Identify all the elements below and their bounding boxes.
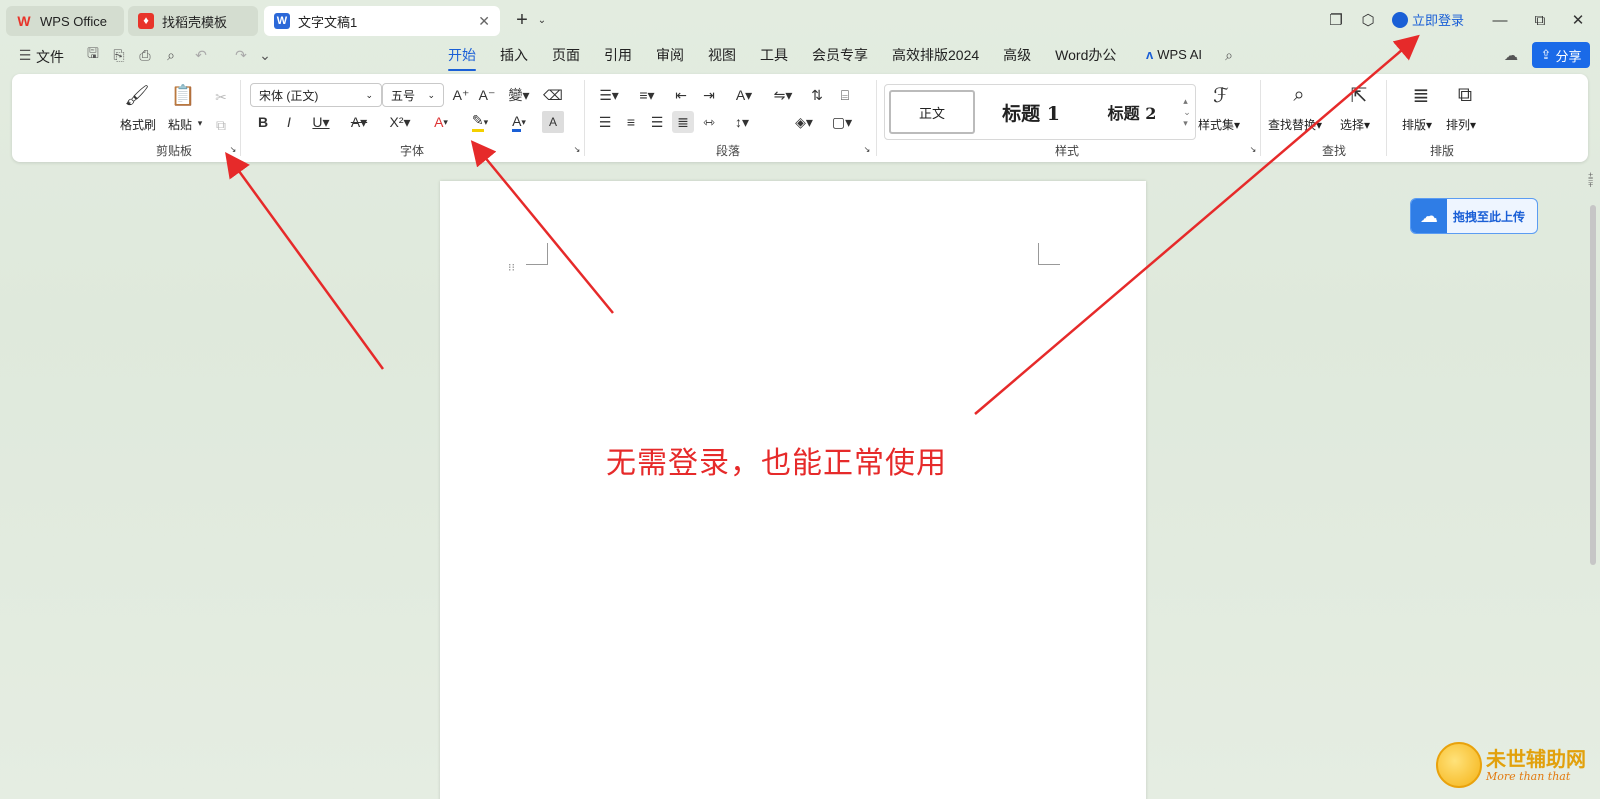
watermark-title: 未世辅助网 <box>1486 746 1586 771</box>
watermark: 未世辅助网 More than that <box>1436 742 1586 788</box>
smiley-icon <box>1436 742 1482 788</box>
arrow-login <box>974 34 1420 415</box>
annotation-arrows <box>225 34 1420 415</box>
arrow-font <box>470 140 614 314</box>
watermark-subtitle: More than that <box>1486 769 1571 783</box>
arrow-clipboard <box>225 151 385 370</box>
annotation-text: 无需登录，也能正常使用 <box>606 446 947 481</box>
